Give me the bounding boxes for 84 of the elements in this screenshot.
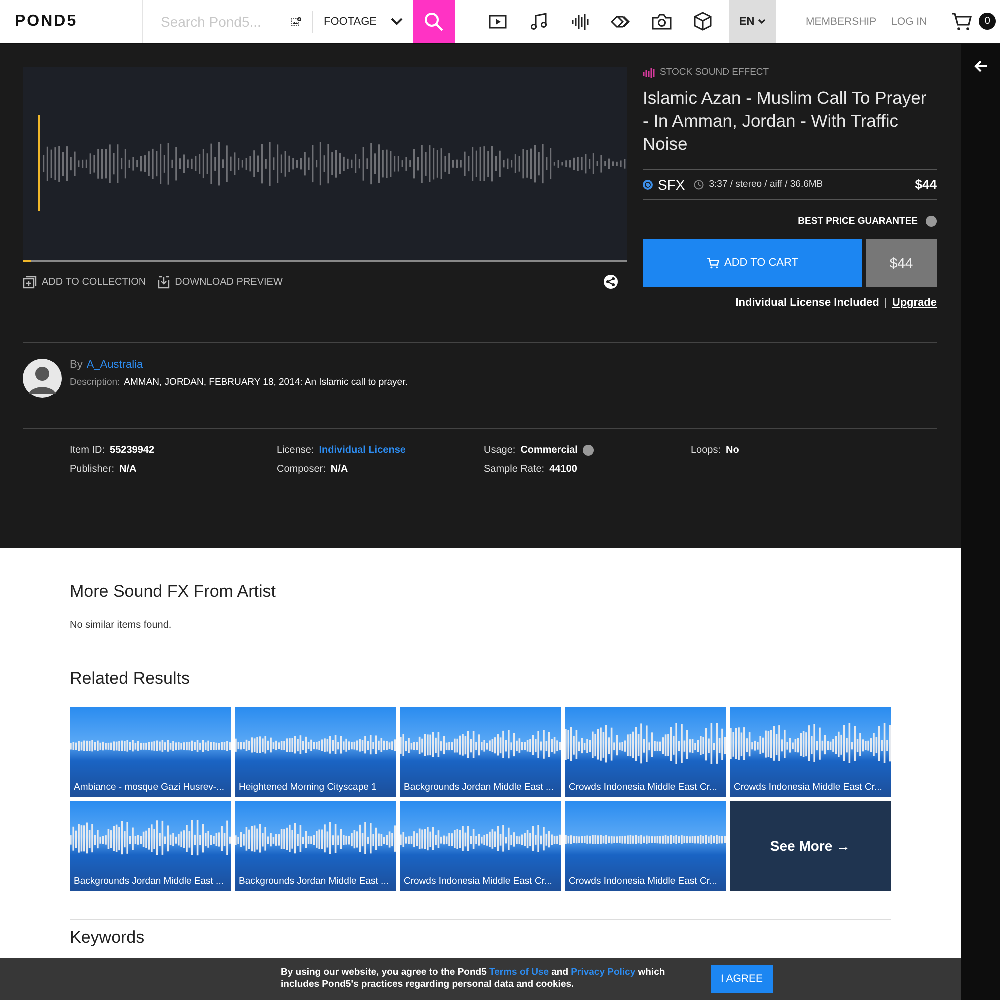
clock-icon <box>694 180 704 190</box>
cookie-notice: By using our website, you agree to the Pond5 Terms of Use and Privacy Policy which includes Pond5's practices regarding personal data and cookies. <box>281 967 666 991</box>
avatar <box>23 359 62 398</box>
detail-label: Item ID: <box>70 445 106 456</box>
detail-label: Composer: <box>277 464 326 475</box>
thumbnail-title: Heightened Morning Cityscape 1 <box>238 782 378 795</box>
search-button[interactable] <box>413 0 455 43</box>
detail-value: No <box>726 445 740 456</box>
add-to-cart-button[interactable]: ADD TO CART <box>643 239 862 287</box>
thumbnail-title: Ambiance - mosque Gazi Husrev-... <box>73 782 226 795</box>
description-label: Description: <box>70 377 120 388</box>
detail-label: License: <box>277 445 314 456</box>
section-heading: Keywords <box>70 928 145 948</box>
cart-count-badge: 0 <box>979 13 996 30</box>
detail-label: Loops: <box>691 445 722 456</box>
add-to-collection-button[interactable]: ADD TO COLLECTION <box>23 276 146 288</box>
video-icon <box>488 14 506 30</box>
logo[interactable]: POND5 <box>0 0 143 43</box>
cart-icon <box>706 258 720 268</box>
cube-icon <box>694 12 712 31</box>
detail-value: 44100 <box>550 464 578 475</box>
thumbnail-title: Crowds Indonesia Middle East Cr... <box>733 782 884 795</box>
cart-icon[interactable] <box>951 12 974 30</box>
detail-label: Sample Rate: <box>484 464 545 475</box>
thumbnail-title: Backgrounds Jordan Middle East ... <box>73 876 225 889</box>
camera-icon <box>652 14 672 30</box>
add-collection-icon <box>23 276 37 288</box>
detail-label: Publisher: <box>70 464 114 475</box>
thumbnail-title: Crowds Indonesia Middle East Cr... <box>568 876 718 889</box>
see-more-button[interactable]: See More → <box>730 801 891 891</box>
license-label: SFX <box>658 176 686 192</box>
language-selector[interactable]: EN <box>729 0 776 43</box>
waveform-thumbnail[interactable]: Crowds Indonesia Middle East Cr... <box>565 707 726 797</box>
item-title: Islamic Azan - Muslim Call To Prayer - In Amman, Jordan - With Traffic Noise <box>643 87 928 156</box>
waveform-thumbnail[interactable]: Heightened Morning Cityscape 1 <box>235 707 396 797</box>
music-note-icon <box>530 12 548 30</box>
download-icon <box>158 276 170 288</box>
waveform-player[interactable] <box>23 67 627 262</box>
thumbnail-title: Crowds Indonesia Middle East Cr... <box>403 876 554 889</box>
help-icon[interactable] <box>926 216 937 227</box>
share-icon[interactable] <box>604 275 618 289</box>
waveform-thumbnail[interactable]: Backgrounds Jordan Middle East ... <box>235 801 396 891</box>
license-radio[interactable] <box>643 180 653 190</box>
artist-link[interactable]: A_Australia <box>86 359 144 371</box>
detail-value: 55239942 <box>110 445 155 456</box>
chevron-down-icon <box>391 18 403 26</box>
waveform-thumbnail[interactable]: Backgrounds Jordan Middle East ... <box>70 801 231 891</box>
item-category: STOCK SOUND EFFECT <box>660 67 770 78</box>
detail-value: N/A <box>119 464 137 475</box>
thumbnail-title: Crowds Indonesia Middle East Cr... <box>568 782 718 795</box>
upgrade-link[interactable]: Upgrade <box>892 297 937 309</box>
best-price-guarantee: BEST PRICE GUARANTEE <box>798 216 918 227</box>
waveform-thumbnail[interactable]: Crowds Indonesia Middle East Cr... <box>400 801 561 891</box>
license-note: Individual License Included <box>736 297 880 309</box>
file-info: 3:37 / stereo / aiff / 36.6MB <box>709 179 824 190</box>
sound-wave-icon <box>643 67 656 78</box>
detail-value: N/A <box>330 464 348 475</box>
sound-wave-icon <box>570 12 588 30</box>
playhead[interactable] <box>38 115 40 211</box>
waveform-thumbnail[interactable]: Crowds Indonesia Middle East Cr... <box>730 707 891 797</box>
agree-button[interactable]: I AGREE <box>711 965 774 993</box>
detail-label: Usage: <box>484 445 516 456</box>
help-icon[interactable] <box>582 445 594 456</box>
price: $44 <box>915 177 937 192</box>
empty-message: No similar items found. <box>70 620 173 631</box>
back-arrow-icon[interactable] <box>974 60 988 73</box>
section-heading: Related Results <box>70 669 192 689</box>
waveform-thumbnail[interactable]: Crowds Indonesia Middle East Cr... <box>565 801 726 891</box>
detail-link[interactable]: Individual License <box>319 445 406 456</box>
nav-link[interactable]: LOG IN <box>892 16 928 28</box>
detail-value: Commercial <box>520 445 578 456</box>
by-label: By <box>70 359 83 371</box>
waveform-thumbnail[interactable]: Backgrounds Jordan Middle East ... <box>400 707 561 797</box>
chevron-down-icon <box>758 18 766 24</box>
search-icon <box>424 12 444 32</box>
thumbnail-title: Backgrounds Jordan Middle East ... <box>238 876 390 889</box>
description-text: AMMAN, JORDAN, FEBRUARY 18, 2014: An Islamic call to prayer. <box>124 377 408 388</box>
price-box: $44 <box>866 239 937 287</box>
download-preview-button[interactable]: DOWNLOAD PREVIEW <box>158 276 283 288</box>
waveform-thumbnail[interactable]: Ambiance - mosque Gazi Husrev-... <box>70 707 231 797</box>
thumbnail-title: Backgrounds Jordan Middle East ... <box>403 782 555 795</box>
section-heading: More Sound FX From Artist <box>70 582 277 602</box>
chevrons-icon <box>610 14 632 28</box>
nav-link[interactable]: MEMBERSHIP <box>806 16 877 28</box>
